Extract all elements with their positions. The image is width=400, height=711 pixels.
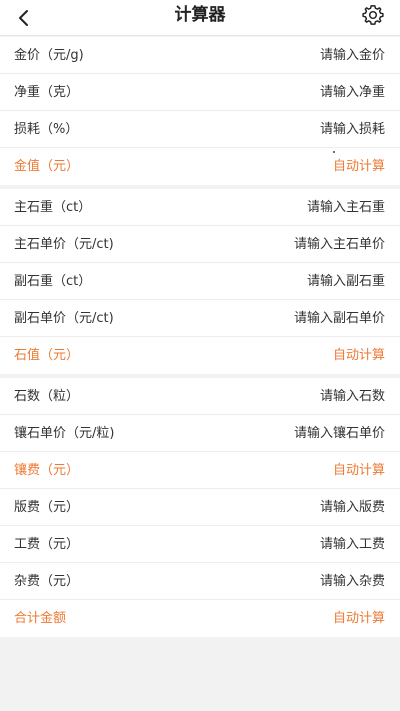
side-stone-price-label: 副石单价（元/ct) — [14, 311, 114, 326]
setting-unit-price-label: 镶石单价（元/粒) — [14, 426, 115, 441]
mold-fee-input[interactable] — [235, 495, 385, 520]
side-stone-weight-label: 副石重（ct） — [14, 274, 92, 289]
loss-label: 损耗（%） — [14, 122, 79, 137]
side-stone-weight-row: 副石重（ct） — [0, 263, 400, 300]
gold-price-label: 金价（元/g) — [14, 48, 84, 63]
setting-unit-price-row: 镶石单价（元/粒) — [0, 415, 400, 452]
decorative-dot — [333, 151, 335, 153]
side-stone-weight-input[interactable] — [235, 269, 385, 294]
stone-count-label: 石数（粒） — [14, 389, 80, 404]
net-weight-label: 净重（克） — [14, 85, 80, 100]
side-stone-price-row: 副石单价（元/ct) — [0, 300, 400, 337]
misc-fee-label: 杂费（元） — [14, 574, 80, 589]
top-bar: 计算器 — [0, 0, 400, 36]
loss-input[interactable] — [235, 117, 385, 142]
gold-value-result: 自动计算 — [332, 159, 385, 174]
setting-unit-price-input[interactable] — [235, 421, 385, 446]
gold-price-row: 金价（元/g) — [0, 37, 400, 74]
main-stone-price-label: 主石单价（元/ct) — [14, 237, 114, 252]
fee-section: 石数（粒） 镶石单价（元/粒) 镶费（元） 自动计算 版费（元） 工费（元） 杂… — [0, 378, 400, 637]
loss-row: 损耗（%） — [0, 111, 400, 148]
gear-icon[interactable] — [362, 4, 384, 26]
main-stone-weight-label: 主石重（ct） — [14, 200, 92, 215]
gold-value-row: 金值（元） 自动计算 — [0, 148, 400, 185]
setting-fee-result: 自动计算 — [332, 463, 385, 478]
mold-fee-label: 版费（元） — [14, 500, 80, 515]
stone-count-input[interactable] — [235, 384, 385, 409]
stone-value-result: 自动计算 — [332, 348, 385, 363]
net-weight-input[interactable] — [235, 80, 385, 105]
page-title: 计算器 — [174, 5, 226, 25]
labor-fee-label: 工费（元） — [14, 537, 80, 552]
setting-fee-label: 镶费（元） — [14, 463, 80, 478]
total-amount-result: 自动计算 — [332, 611, 385, 626]
main-stone-weight-input[interactable] — [235, 195, 385, 220]
mold-fee-row: 版费（元） — [0, 489, 400, 526]
misc-fee-row: 杂费（元） — [0, 563, 400, 600]
gold-section: 金价（元/g) 净重（克） 损耗（%） 金值（元） 自动计算 — [0, 37, 400, 185]
main-stone-weight-row: 主石重（ct） — [0, 189, 400, 226]
misc-fee-input[interactable] — [235, 569, 385, 594]
side-stone-price-input[interactable] — [235, 306, 385, 331]
main-stone-price-input[interactable] — [235, 232, 385, 257]
total-amount-row: 合计金额 自动计算 — [0, 600, 400, 637]
labor-fee-input[interactable] — [235, 532, 385, 557]
stone-value-row: 石值（元） 自动计算 — [0, 337, 400, 374]
gold-price-input[interactable] — [235, 43, 385, 68]
stone-count-row: 石数（粒） — [0, 378, 400, 415]
main-stone-price-row: 主石单价（元/ct) — [0, 226, 400, 263]
stone-value-label: 石值（元） — [14, 348, 80, 363]
labor-fee-row: 工费（元） — [0, 526, 400, 563]
gold-value-label: 金值（元） — [14, 159, 80, 174]
net-weight-row: 净重（克） — [0, 74, 400, 111]
total-amount-label: 合计金额 — [14, 611, 67, 626]
stone-section: 主石重（ct） 主石单价（元/ct) 副石重（ct） 副石单价（元/ct) 石值… — [0, 189, 400, 374]
setting-fee-row: 镶费（元） 自动计算 — [0, 452, 400, 489]
